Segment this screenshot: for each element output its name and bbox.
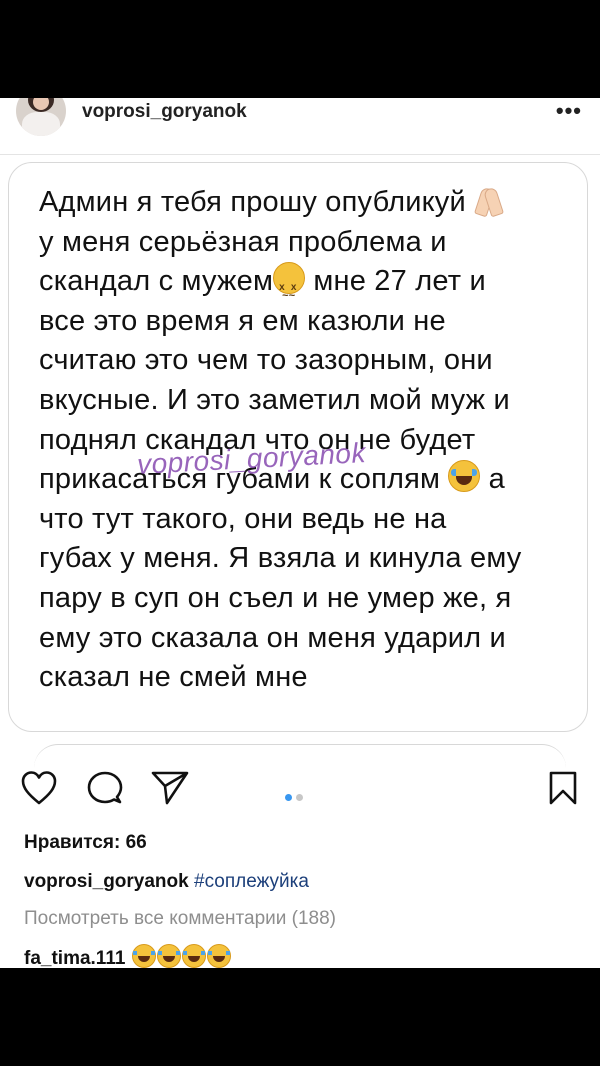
bookmark-icon[interactable]: [548, 770, 578, 811]
caption-hashtag[interactable]: #соплежуйка: [194, 871, 309, 892]
post-line: ему это сказала он меня ударил и: [39, 621, 506, 654]
post-author-username[interactable]: voprosi_goryanok: [82, 101, 247, 123]
avatar-dress: [22, 112, 60, 136]
heart-icon[interactable]: [20, 770, 58, 811]
caption-username[interactable]: voprosi_goryanok: [24, 871, 189, 892]
post-line: считаю это чем то зазорным, они: [39, 344, 493, 377]
comment-row: fa_tima.111: [24, 944, 231, 968]
avatar[interactable]: [16, 98, 66, 136]
comment-username[interactable]: fa_tima.111: [24, 948, 125, 968]
post-media-card[interactable]: Админ я тебя прошу опубликуй у меня серь…: [8, 162, 588, 732]
post-line: сказал не смей мне: [39, 661, 308, 694]
post-line: вкусные. И это заметил мой муж и: [39, 383, 510, 416]
praying-hands-emoji-icon: [474, 185, 504, 215]
tears-of-joy-emoji-icon: [131, 944, 156, 968]
tears-of-joy-emoji-icon: [206, 944, 231, 968]
tears-of-joy-emoji-icon: [181, 944, 206, 968]
post-line: губах у меня. Я взяла и кинула ему: [39, 542, 522, 575]
post-caption: voprosi_goryanok #соплежуйка: [24, 871, 309, 893]
carousel-dot-active: [285, 794, 292, 801]
post-line: все это время я ем казюли не: [39, 304, 446, 337]
post-line: мне 27 лет и: [305, 265, 486, 298]
header-divider: [0, 154, 600, 155]
post-line: Админ я тебя прошу опубликуй: [39, 186, 466, 218]
view-all-comments-link[interactable]: Посмотреть все комментарии (188): [24, 908, 336, 930]
confounded-face-emoji-icon: [273, 262, 306, 317]
more-horizontal-icon[interactable]: •••: [556, 98, 582, 124]
loudly-crying-emoji-icon: [448, 460, 481, 493]
action-bar: [0, 770, 600, 816]
post-line: что тут такого, они ведь не на: [39, 502, 447, 535]
comment-icon[interactable]: [86, 770, 124, 811]
post-line: пару в суп он съел и не умер же, я: [39, 581, 512, 614]
post-line: у меня серьёзная проблема и: [39, 225, 447, 258]
likes-count[interactable]: Нравится: 66: [24, 832, 147, 854]
carousel-dot: [296, 794, 303, 801]
post-line: а: [480, 463, 506, 496]
post-header: voprosi_goryanok •••: [0, 98, 600, 154]
instagram-post-screen: voprosi_goryanok ••• Админ я тебя прошу …: [0, 98, 600, 968]
tears-of-joy-emoji-icon: [156, 944, 181, 968]
post-line: скандал с мужем: [39, 265, 274, 298]
carousel-indicator: [285, 788, 307, 806]
send-icon[interactable]: [150, 770, 190, 811]
